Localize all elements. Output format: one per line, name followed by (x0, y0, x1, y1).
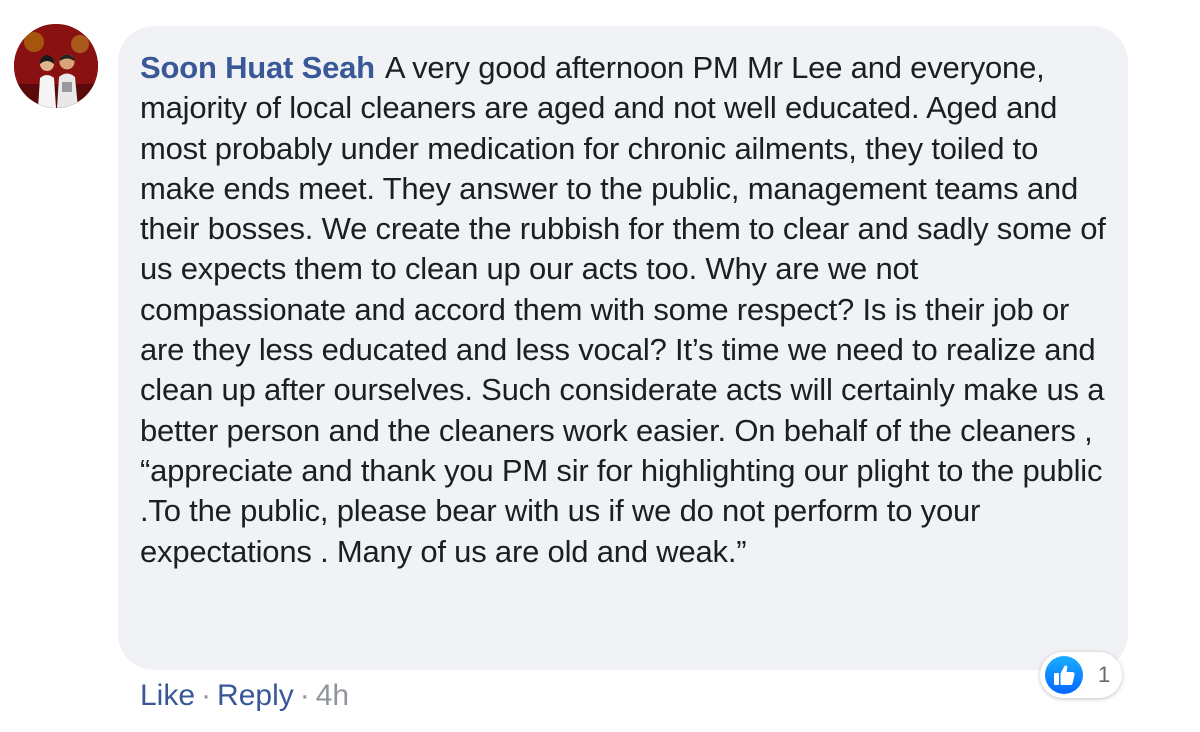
separator: · (299, 679, 310, 712)
comment-actions: Like · Reply · 4h (140, 676, 349, 716)
avatar[interactable] (14, 24, 98, 108)
comment: Soon Huat Seah A very good afternoon PM M… (0, 0, 1200, 732)
comment-text: A very good afternoon PM Mr Lee and ever… (140, 50, 1106, 569)
reaction-count: 1 (1098, 662, 1111, 687)
reaction-summary[interactable]: 1 (1040, 652, 1122, 698)
thumbs-up-icon (1045, 656, 1083, 694)
comment-bubble: Soon Huat Seah A very good afternoon PM M… (118, 26, 1128, 670)
avatar-photo-icon (14, 24, 98, 108)
timestamp[interactable]: 4h (316, 679, 349, 712)
author-name[interactable]: Soon Huat Seah (140, 50, 375, 85)
reply-link[interactable]: Reply (217, 679, 294, 712)
comment-body: Soon Huat Seah A very good afternoon PM M… (140, 48, 1106, 572)
like-link[interactable]: Like (140, 679, 195, 712)
separator: · (201, 679, 212, 712)
